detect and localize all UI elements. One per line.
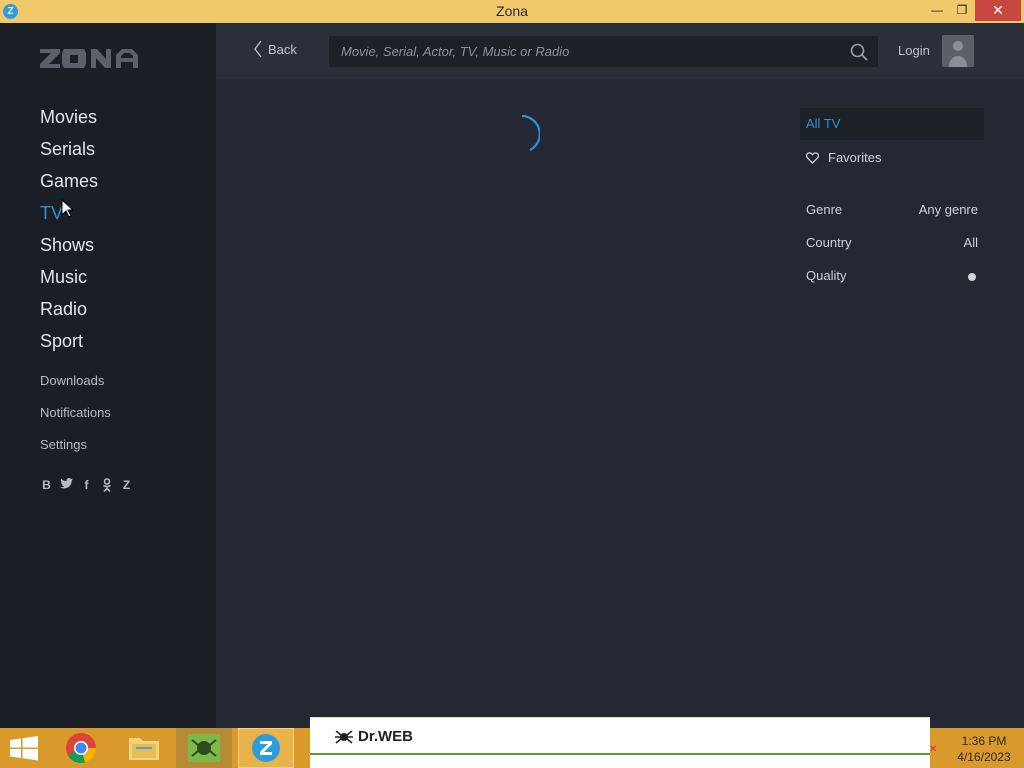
nav-shows[interactable]: Shows <box>40 233 98 265</box>
network-error-icon[interactable]: ✕ <box>929 745 939 755</box>
nav-serials[interactable]: Serials <box>40 137 98 169</box>
main-nav: Movies Serials Games TV Shows Music Radi… <box>40 105 98 361</box>
country-label: Country <box>806 235 852 250</box>
genre-filter[interactable]: Genre Any genre <box>806 202 978 222</box>
nav-downloads[interactable]: Downloads <box>40 372 111 404</box>
zona-social-icon[interactable]: Z <box>120 478 133 492</box>
user-icon <box>949 41 967 67</box>
title-bar: Z Zona — ❐ ✕ <box>0 0 1024 23</box>
clock-time: 1:36 PM <box>961 734 1007 748</box>
quality-toggle[interactable] <box>968 273 976 281</box>
nav-movies[interactable]: Movies <box>40 105 98 137</box>
favorites-label: Favorites <box>828 150 882 165</box>
filters-panel: All TV Favorites Genre Any genre Country… <box>800 108 984 283</box>
nav-radio[interactable]: Radio <box>40 297 98 329</box>
quality-label: Quality <box>806 268 847 283</box>
top-bar: Back Login <box>216 23 1024 79</box>
nav-settings[interactable]: Settings <box>40 436 111 468</box>
folder-icon <box>129 738 159 760</box>
secondary-nav: Downloads Notifications Settings <box>40 372 111 468</box>
search-input[interactable] <box>341 42 831 61</box>
nav-sport[interactable]: Sport <box>40 329 98 361</box>
nav-music[interactable]: Music <box>40 265 98 297</box>
genre-value[interactable]: Any genre <box>919 202 978 217</box>
filter-favorites[interactable]: Favorites <box>806 150 881 165</box>
drweb-spider-icon <box>188 734 220 762</box>
quality-filter[interactable]: Quality <box>806 268 978 288</box>
search-icon[interactable] <box>850 43 868 61</box>
clock-date: 4/16/2023 <box>957 750 1011 764</box>
drweb-notification[interactable]: Dr.WEB <box>310 717 930 768</box>
twitter-icon[interactable] <box>60 478 73 492</box>
genre-label: Genre <box>806 202 843 217</box>
login-link[interactable]: Login <box>898 43 930 58</box>
country-value[interactable]: All <box>964 235 978 250</box>
loading-spinner-icon <box>521 114 540 151</box>
vk-icon[interactable]: B <box>40 478 53 492</box>
zona-logo-icon <box>40 49 138 68</box>
nav-notifications[interactable]: Notifications <box>40 404 111 436</box>
taskbar-chrome[interactable] <box>56 728 106 768</box>
heart-icon <box>806 151 819 164</box>
spider-icon <box>335 729 353 744</box>
zona-taskbar-icon <box>252 734 280 762</box>
start-button[interactable] <box>0 728 48 768</box>
search-box <box>329 36 878 67</box>
drweb-brand-label: Dr.WEB <box>358 728 414 745</box>
drweb-brand: Dr.WEB <box>334 728 413 745</box>
windows-icon <box>10 736 38 761</box>
sidebar: zona Movies Serials Games TV Shows Music… <box>0 23 216 728</box>
mouse-cursor-icon <box>61 199 73 218</box>
chevron-left-icon <box>254 40 262 58</box>
maximize-button[interactable]: ❐ <box>949 0 975 21</box>
social-links: B f Z <box>40 478 133 493</box>
close-button[interactable]: ✕ <box>975 0 1021 21</box>
zona-logo[interactable]: zona <box>40 47 140 74</box>
taskbar-clock[interactable]: 1:36 PM 4/16/2023 <box>944 733 1024 765</box>
back-label: Back <box>268 41 297 57</box>
nav-games[interactable]: Games <box>40 169 98 201</box>
minimize-button[interactable]: — <box>924 0 950 21</box>
country-filter[interactable]: Country All <box>806 235 978 255</box>
notification-progress-bar <box>310 753 930 755</box>
filter-all-tv[interactable]: All TV <box>800 108 984 140</box>
odnoklassniki-icon[interactable] <box>100 478 113 493</box>
taskbar-file-explorer[interactable] <box>116 728 172 768</box>
window-title: Zona <box>496 3 528 19</box>
facebook-icon[interactable]: f <box>80 478 93 492</box>
chrome-icon <box>66 733 97 764</box>
taskbar-zona[interactable] <box>238 728 294 768</box>
back-button[interactable]: Back <box>254 40 297 58</box>
taskbar-drweb[interactable] <box>176 728 232 768</box>
avatar[interactable] <box>942 35 974 67</box>
